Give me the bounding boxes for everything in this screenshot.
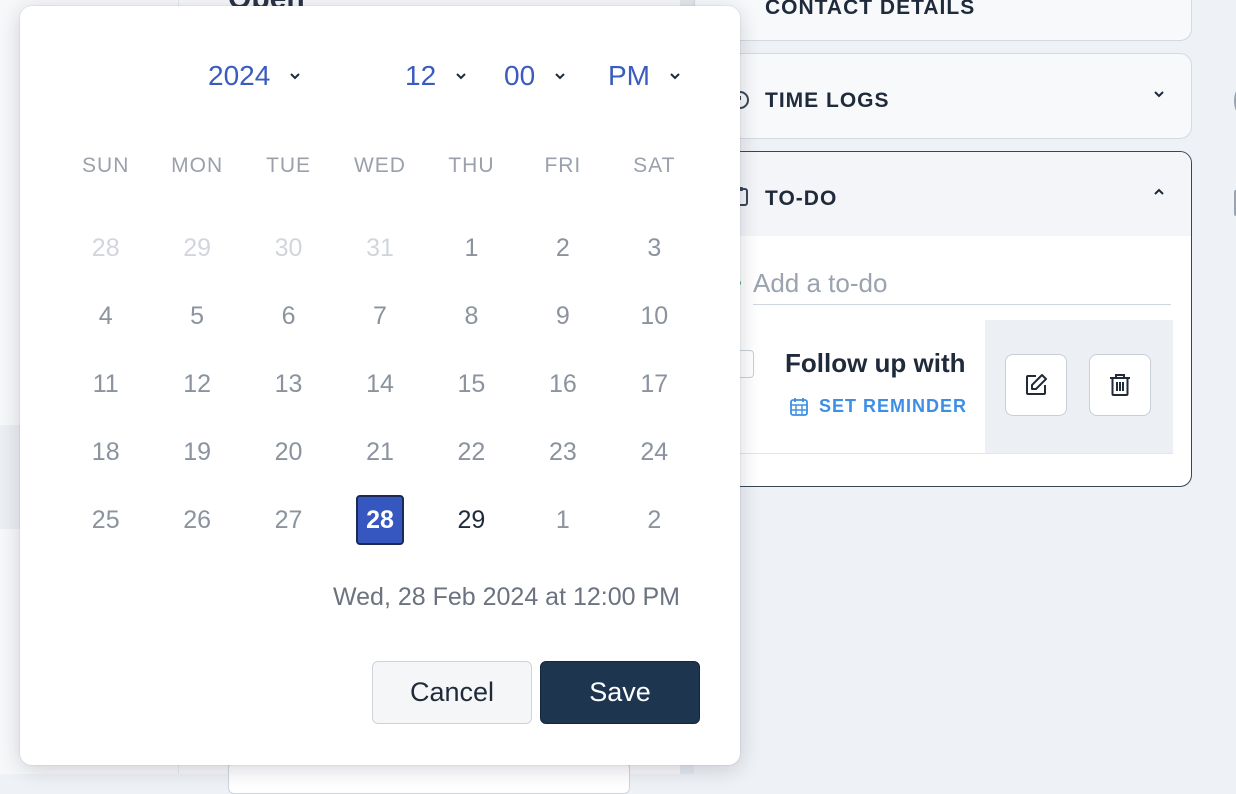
add-todo-input[interactable]	[753, 262, 1171, 305]
minute-value: 00	[504, 60, 536, 91]
weekday-label: FRI	[544, 154, 582, 177]
chevron-down-icon	[290, 73, 301, 80]
calendar-day[interactable]: 24	[609, 418, 700, 486]
calendar-day[interactable]: 29	[426, 486, 517, 554]
chevron-down-icon	[456, 73, 466, 80]
time-logs-panel[interactable]: TIME LOGS	[694, 53, 1192, 139]
edge-icons	[1226, 0, 1236, 774]
calendar-day[interactable]: 9	[517, 282, 608, 350]
calendar-day[interactable]: 10	[609, 282, 700, 350]
calendar-day-outside[interactable]: 1	[517, 486, 608, 554]
ampm-value: PM	[608, 60, 650, 91]
calendar-day[interactable]: 2	[517, 214, 608, 282]
background-input[interactable]	[228, 762, 630, 794]
todo-actions	[985, 320, 1173, 453]
calendar-day[interactable]: 17	[609, 350, 700, 418]
edit-icon	[1026, 374, 1047, 395]
calendar-day[interactable]: 12	[151, 350, 242, 418]
ampm-select[interactable]: PM	[608, 60, 682, 92]
calendar-day[interactable]: 5	[151, 282, 242, 350]
calendar-day[interactable]: 6	[243, 282, 334, 350]
todo-panel: TO-DO Follow up with SET REMINDER	[694, 151, 1192, 487]
hour-value: 12	[405, 60, 437, 91]
contact-details-title: CONTACT DETAILS	[765, 0, 976, 19]
chevron-up-icon[interactable]	[1153, 186, 1165, 198]
calendar-day[interactable]: 19	[151, 418, 242, 486]
save-button[interactable]: Save	[540, 661, 700, 724]
calendar-day[interactable]: 14	[334, 350, 425, 418]
set-reminder-label: SET REMINDER	[819, 396, 968, 416]
weekday-label: THU	[448, 154, 495, 177]
calendar-day-selected[interactable]: 28	[334, 486, 425, 554]
calendar-day[interactable]: 22	[426, 418, 517, 486]
todo-panel-header[interactable]: TO-DO	[695, 152, 1191, 236]
hour-select[interactable]: 12	[405, 60, 468, 92]
calendar-day[interactable]: 20	[243, 418, 334, 486]
calendar-day[interactable]: 21	[334, 418, 425, 486]
weekday-label: WED	[353, 154, 406, 177]
weekday-label: SAT	[633, 154, 676, 177]
todo-item-text: Follow up with	[785, 348, 966, 378]
contact-details-panel[interactable]: CONTACT DETAILS	[694, 0, 1192, 41]
calendar-day[interactable]: 27	[243, 486, 334, 554]
calendar-day[interactable]: 16	[517, 350, 608, 418]
selected-day-value: 28	[355, 495, 404, 545]
weekday-label: MON	[171, 154, 224, 177]
todo-title: TO-DO	[765, 187, 838, 210]
cancel-button[interactable]: Cancel	[372, 661, 532, 724]
calendar-day-outside[interactable]: 29	[151, 214, 242, 282]
edit-todo-button[interactable]	[1005, 354, 1067, 416]
calendar-day[interactable]: 8	[426, 282, 517, 350]
weekday-label: TUE	[266, 154, 312, 177]
calendar-day[interactable]: 18	[60, 418, 151, 486]
year-value: 2024	[208, 60, 271, 91]
minute-select[interactable]: 00	[504, 60, 567, 92]
calendar-day-outside[interactable]: 2	[609, 486, 700, 554]
calendar-day[interactable]: 15	[426, 350, 517, 418]
chevron-down-icon	[555, 73, 565, 80]
weekday-header: SUN MON TUE WED THU FRI SAT	[60, 154, 700, 178]
todo-item: Follow up with SET REMINDER	[695, 320, 1173, 454]
trash-icon	[1110, 374, 1130, 396]
weekday-label: SUN	[82, 154, 130, 177]
calendar-day[interactable]: 3	[609, 214, 700, 282]
year-select[interactable]: 2024	[208, 60, 302, 92]
calendar-day[interactable]: 26	[151, 486, 242, 554]
calendar-day-outside[interactable]: 31	[334, 214, 425, 282]
time-logs-title: TIME LOGS	[765, 89, 890, 112]
calendar-day[interactable]: 11	[60, 350, 151, 418]
calendar-day[interactable]: 25	[60, 486, 151, 554]
chevron-down-icon[interactable]	[1153, 88, 1165, 100]
calendar-day-outside[interactable]: 28	[60, 214, 151, 282]
calendar-icon	[790, 397, 808, 416]
set-reminder-link[interactable]: SET REMINDER	[789, 396, 967, 417]
calendar-day[interactable]: 7	[334, 282, 425, 350]
calendar-grid: 28 29 30 31 1 2 3 4 5 6 7 8 9 10 11 12 1…	[60, 214, 700, 554]
calendar-day-outside[interactable]: 30	[243, 214, 334, 282]
date-time-picker: 2024 12 00 PM SUN MON TUE WED THU FRI SA…	[20, 6, 740, 765]
chevron-down-icon	[670, 73, 680, 80]
calendar-day[interactable]: 23	[517, 418, 608, 486]
selected-datetime-summary: Wed, 28 Feb 2024 at 12:00 PM	[333, 583, 680, 611]
calendar-day[interactable]: 1	[426, 214, 517, 282]
calendar-day[interactable]: 4	[60, 282, 151, 350]
calendar-day[interactable]: 13	[243, 350, 334, 418]
delete-todo-button[interactable]	[1089, 354, 1151, 416]
